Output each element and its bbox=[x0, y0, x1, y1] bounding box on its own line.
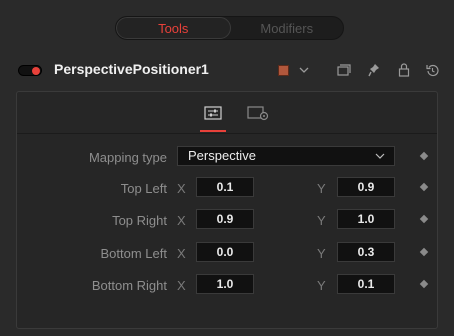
toggle-dot bbox=[32, 67, 40, 75]
mapping-type-label: Mapping type bbox=[88, 150, 167, 165]
y-axis-label: Y bbox=[317, 181, 326, 196]
top-left-y-field[interactable]: 0.9 bbox=[337, 177, 395, 197]
tab-settings[interactable] bbox=[243, 101, 273, 125]
top-left-x-field[interactable]: 0.1 bbox=[196, 177, 254, 197]
top-right-y-field[interactable]: 1.0 bbox=[337, 209, 395, 229]
bottom-left-y-field[interactable]: 0.3 bbox=[337, 242, 395, 262]
tab-controls[interactable] bbox=[198, 101, 228, 132]
top-tab-bar: Tools Modifiers bbox=[0, 16, 454, 40]
top-left-row: Top Left X 0.1 Y 0.9 bbox=[17, 177, 439, 199]
tools-modifiers-switch: Tools Modifiers bbox=[115, 16, 344, 40]
chevron-down-icon[interactable] bbox=[296, 62, 312, 78]
node-title: PerspectivePositioner1 bbox=[54, 61, 209, 77]
tab-tools[interactable]: Tools bbox=[116, 17, 231, 39]
bottom-left-x-field[interactable]: 0.0 bbox=[196, 242, 254, 262]
top-right-x-field[interactable]: 0.9 bbox=[196, 209, 254, 229]
window-icon[interactable] bbox=[336, 62, 352, 78]
x-axis-label: X bbox=[177, 181, 186, 196]
x-axis-label: X bbox=[177, 278, 186, 293]
node-enable-toggle[interactable] bbox=[18, 65, 42, 76]
keyframe-diamond-icon[interactable] bbox=[419, 214, 429, 224]
bottom-left-label: Bottom Left bbox=[100, 246, 167, 261]
color-swatch[interactable] bbox=[278, 65, 289, 76]
sliders-icon bbox=[204, 106, 222, 120]
keyframe-diamond-icon[interactable] bbox=[419, 182, 429, 192]
bottom-right-y-field[interactable]: 0.1 bbox=[337, 274, 395, 294]
keyframe-diamond-icon[interactable] bbox=[419, 279, 429, 289]
bottom-right-x-field[interactable]: 1.0 bbox=[196, 274, 254, 294]
keyframe-diamond-icon[interactable] bbox=[419, 247, 429, 257]
bottom-right-label: Bottom Right bbox=[91, 278, 167, 293]
node-header: PerspectivePositioner1 bbox=[0, 56, 454, 84]
top-right-row: Top Right X 0.9 Y 1.0 bbox=[17, 209, 439, 231]
top-right-label: Top Right bbox=[112, 213, 167, 228]
bottom-left-row: Bottom Left X 0.0 Y 0.3 bbox=[17, 242, 439, 264]
y-axis-label: Y bbox=[317, 213, 326, 228]
tab-modifiers[interactable]: Modifiers bbox=[231, 17, 344, 39]
mapping-type-row: Mapping type Perspective bbox=[17, 146, 439, 168]
lock-icon[interactable] bbox=[396, 62, 412, 78]
keyframe-diamond-icon[interactable] bbox=[419, 151, 429, 161]
y-axis-label: Y bbox=[317, 278, 326, 293]
y-axis-label: Y bbox=[317, 246, 326, 261]
reset-icon[interactable] bbox=[424, 62, 440, 78]
mapping-type-select[interactable]: Perspective bbox=[177, 146, 395, 166]
x-axis-label: X bbox=[177, 246, 186, 261]
mapping-type-value: Perspective bbox=[188, 148, 256, 163]
chevron-down-icon bbox=[375, 153, 385, 159]
bottom-right-row: Bottom Right X 1.0 Y 0.1 bbox=[17, 274, 439, 296]
top-left-label: Top Left bbox=[120, 181, 167, 196]
pin-icon[interactable] bbox=[366, 62, 382, 78]
settings-gear-icon bbox=[247, 106, 269, 121]
inspector-subtabs bbox=[17, 92, 437, 134]
inspector-panel: Mapping type Perspective Top Left X 0.1 … bbox=[16, 91, 438, 329]
x-axis-label: X bbox=[177, 213, 186, 228]
